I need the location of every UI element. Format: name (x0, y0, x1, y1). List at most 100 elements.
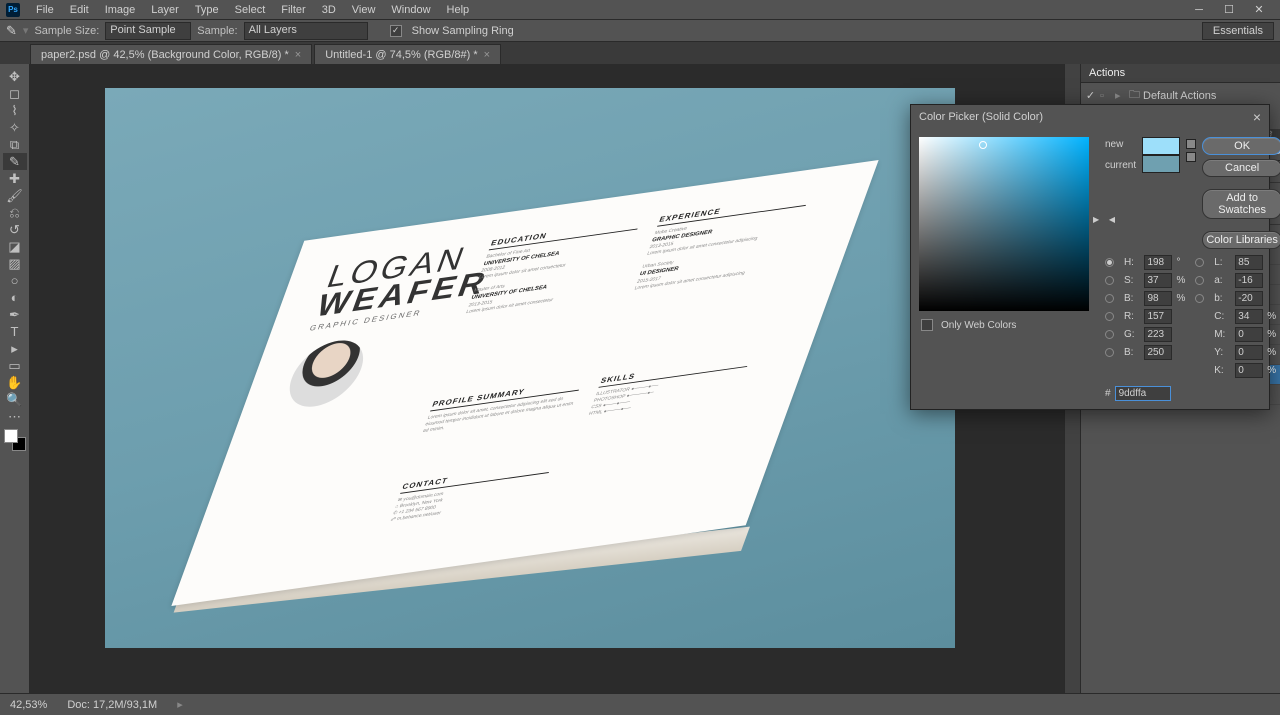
sv-cursor-icon (979, 141, 987, 149)
close-icon[interactable]: × (295, 49, 301, 61)
dodge-tool[interactable]: ◐ (3, 289, 27, 306)
k-input[interactable] (1235, 363, 1263, 378)
eyedropper-tool-icon: ✎ (6, 23, 17, 39)
dialog-title: Color Picker (Solid Color) (919, 111, 1043, 123)
actions-panel-header: Actions (1081, 64, 1280, 83)
history-brush-tool[interactable]: ↺ (3, 221, 27, 238)
menu-filter[interactable]: Filter (273, 0, 313, 20)
cancel-button[interactable]: Cancel (1202, 159, 1280, 177)
new-color-swatch (1142, 137, 1180, 155)
type-tool[interactable]: T (3, 323, 27, 340)
shape-tool[interactable]: ▭ (3, 357, 27, 374)
document-tab-2[interactable]: Untitled-1 @ 74,5% (RGB/8#) * × (314, 44, 501, 64)
options-bar: ✎ ▾ Sample Size: Point Sample Sample: Al… (0, 20, 1280, 42)
avatar-image (280, 336, 373, 411)
move-tool[interactable]: ✥ (3, 68, 27, 85)
b2-radio[interactable] (1195, 294, 1204, 303)
lasso-tool[interactable]: ⌇ (3, 102, 27, 119)
wand-tool[interactable]: ✧ (3, 119, 27, 136)
m-input[interactable] (1235, 327, 1263, 342)
a-radio[interactable] (1195, 276, 1204, 285)
document-canvas[interactable]: LOGANWEAFER GRAPHIC DESIGNER EDUCATION B… (105, 88, 955, 648)
zoom-level[interactable]: 42,53% (10, 699, 47, 711)
action-row[interactable]: ✓▫▸🗀Default Actions (1085, 85, 1276, 106)
current-label: current (1105, 160, 1136, 171)
sample-select[interactable]: All Layers (244, 22, 368, 40)
b2-input[interactable] (1235, 291, 1263, 306)
l-radio[interactable] (1195, 258, 1204, 267)
bb-radio[interactable] (1105, 348, 1114, 357)
mockup-paper: LOGANWEAFER GRAPHIC DESIGNER EDUCATION B… (171, 160, 878, 606)
y-input[interactable] (1235, 345, 1263, 360)
crop-tool[interactable]: ⧉ (3, 136, 27, 153)
eraser-tool[interactable]: ◪ (3, 238, 27, 255)
canvas-area[interactable]: LOGANWEAFER GRAPHIC DESIGNER EDUCATION B… (30, 64, 1064, 693)
b-input[interactable] (1144, 291, 1172, 306)
close-icon[interactable]: × (484, 49, 490, 61)
pen-tool[interactable]: ✒ (3, 306, 27, 323)
close-icon[interactable]: × (1253, 109, 1261, 125)
menu-type[interactable]: Type (187, 0, 227, 20)
web-colors-label: Only Web Colors (941, 320, 1016, 331)
gamut-warning-icon[interactable] (1186, 139, 1196, 149)
h-input[interactable] (1144, 255, 1172, 270)
stamp-tool[interactable]: ⎌ (3, 204, 27, 221)
s-radio[interactable] (1105, 276, 1114, 285)
marquee-tool[interactable]: ◻ (3, 85, 27, 102)
workspace-switcher[interactable]: Essentials (1202, 22, 1274, 40)
current-color-swatch[interactable] (1142, 155, 1180, 173)
menu-window[interactable]: Window (383, 0, 438, 20)
r-input[interactable] (1144, 309, 1172, 324)
menu-3d[interactable]: 3D (314, 0, 344, 20)
s-input[interactable] (1144, 273, 1172, 288)
g-radio[interactable] (1105, 330, 1114, 339)
menu-edit[interactable]: Edit (62, 0, 97, 20)
ok-button[interactable]: OK (1202, 137, 1280, 155)
gradient-tool[interactable]: ▨ (3, 255, 27, 272)
document-tab-1[interactable]: paper2.psd @ 42,5% (Background Color, RG… (30, 44, 312, 64)
zoom-tool[interactable]: 🔍 (3, 391, 27, 408)
b-radio[interactable] (1105, 294, 1114, 303)
actions-tab[interactable]: Actions (1089, 67, 1125, 79)
status-bar: 42,53% Doc: 17,2M/93,1M ▸ (0, 693, 1280, 715)
heal-tool[interactable]: ✚ (3, 170, 27, 187)
app-logo-icon: Ps (6, 3, 20, 17)
sample-size-select[interactable]: Point Sample (105, 22, 191, 40)
saturation-value-field[interactable] (919, 137, 1089, 311)
h-radio[interactable] (1105, 258, 1114, 267)
menu-layer[interactable]: Layer (143, 0, 187, 20)
r-radio[interactable] (1105, 312, 1114, 321)
add-swatches-button[interactable]: Add to Swatches (1202, 189, 1280, 219)
sample-size-label: Sample Size: (34, 25, 99, 37)
path-select-tool[interactable]: ▸ (3, 340, 27, 357)
hex-input[interactable] (1115, 386, 1171, 401)
blur-tool[interactable]: ○ (3, 272, 27, 289)
color-picker-dialog: Color Picker (Solid Color) × Only Web Co… (910, 104, 1270, 410)
show-sampling-ring-checkbox[interactable] (390, 25, 402, 37)
a-input[interactable] (1235, 273, 1263, 288)
menu-file[interactable]: File (28, 0, 62, 20)
web-colors-checkbox[interactable] (921, 319, 933, 331)
websafe-warning-icon[interactable] (1186, 152, 1196, 162)
l-input[interactable] (1235, 255, 1263, 270)
menu-image[interactable]: Image (97, 0, 144, 20)
menu-help[interactable]: Help (439, 0, 478, 20)
maximize-button[interactable]: ☐ (1214, 0, 1244, 20)
g-input[interactable] (1144, 327, 1172, 342)
eyedropper-tool[interactable]: ✎ (3, 153, 27, 170)
close-button[interactable]: ✕ (1244, 0, 1274, 20)
bb-input[interactable] (1144, 345, 1172, 360)
brush-tool[interactable]: 🖌 (3, 187, 27, 204)
window-controls: ─ ☐ ✕ (1184, 0, 1274, 20)
hand-tool[interactable]: ✋ (3, 374, 27, 391)
minimize-button[interactable]: ─ (1184, 0, 1214, 20)
color-libraries-button[interactable]: Color Libraries (1202, 231, 1280, 249)
foreground-swatch[interactable] (4, 429, 18, 443)
menu-select[interactable]: Select (227, 0, 274, 20)
c-input[interactable] (1235, 309, 1263, 324)
menu-view[interactable]: View (344, 0, 384, 20)
doc-info[interactable]: Doc: 17,2M/93,1M (67, 699, 157, 711)
edit-toolbar[interactable]: ⋯ (3, 408, 27, 425)
color-swatches[interactable] (4, 429, 26, 451)
toolbox: ✥ ◻ ⌇ ✧ ⧉ ✎ ✚ 🖌 ⎌ ↺ ◪ ▨ ○ ◐ ✒ T ▸ ▭ ✋ 🔍 … (0, 64, 30, 693)
